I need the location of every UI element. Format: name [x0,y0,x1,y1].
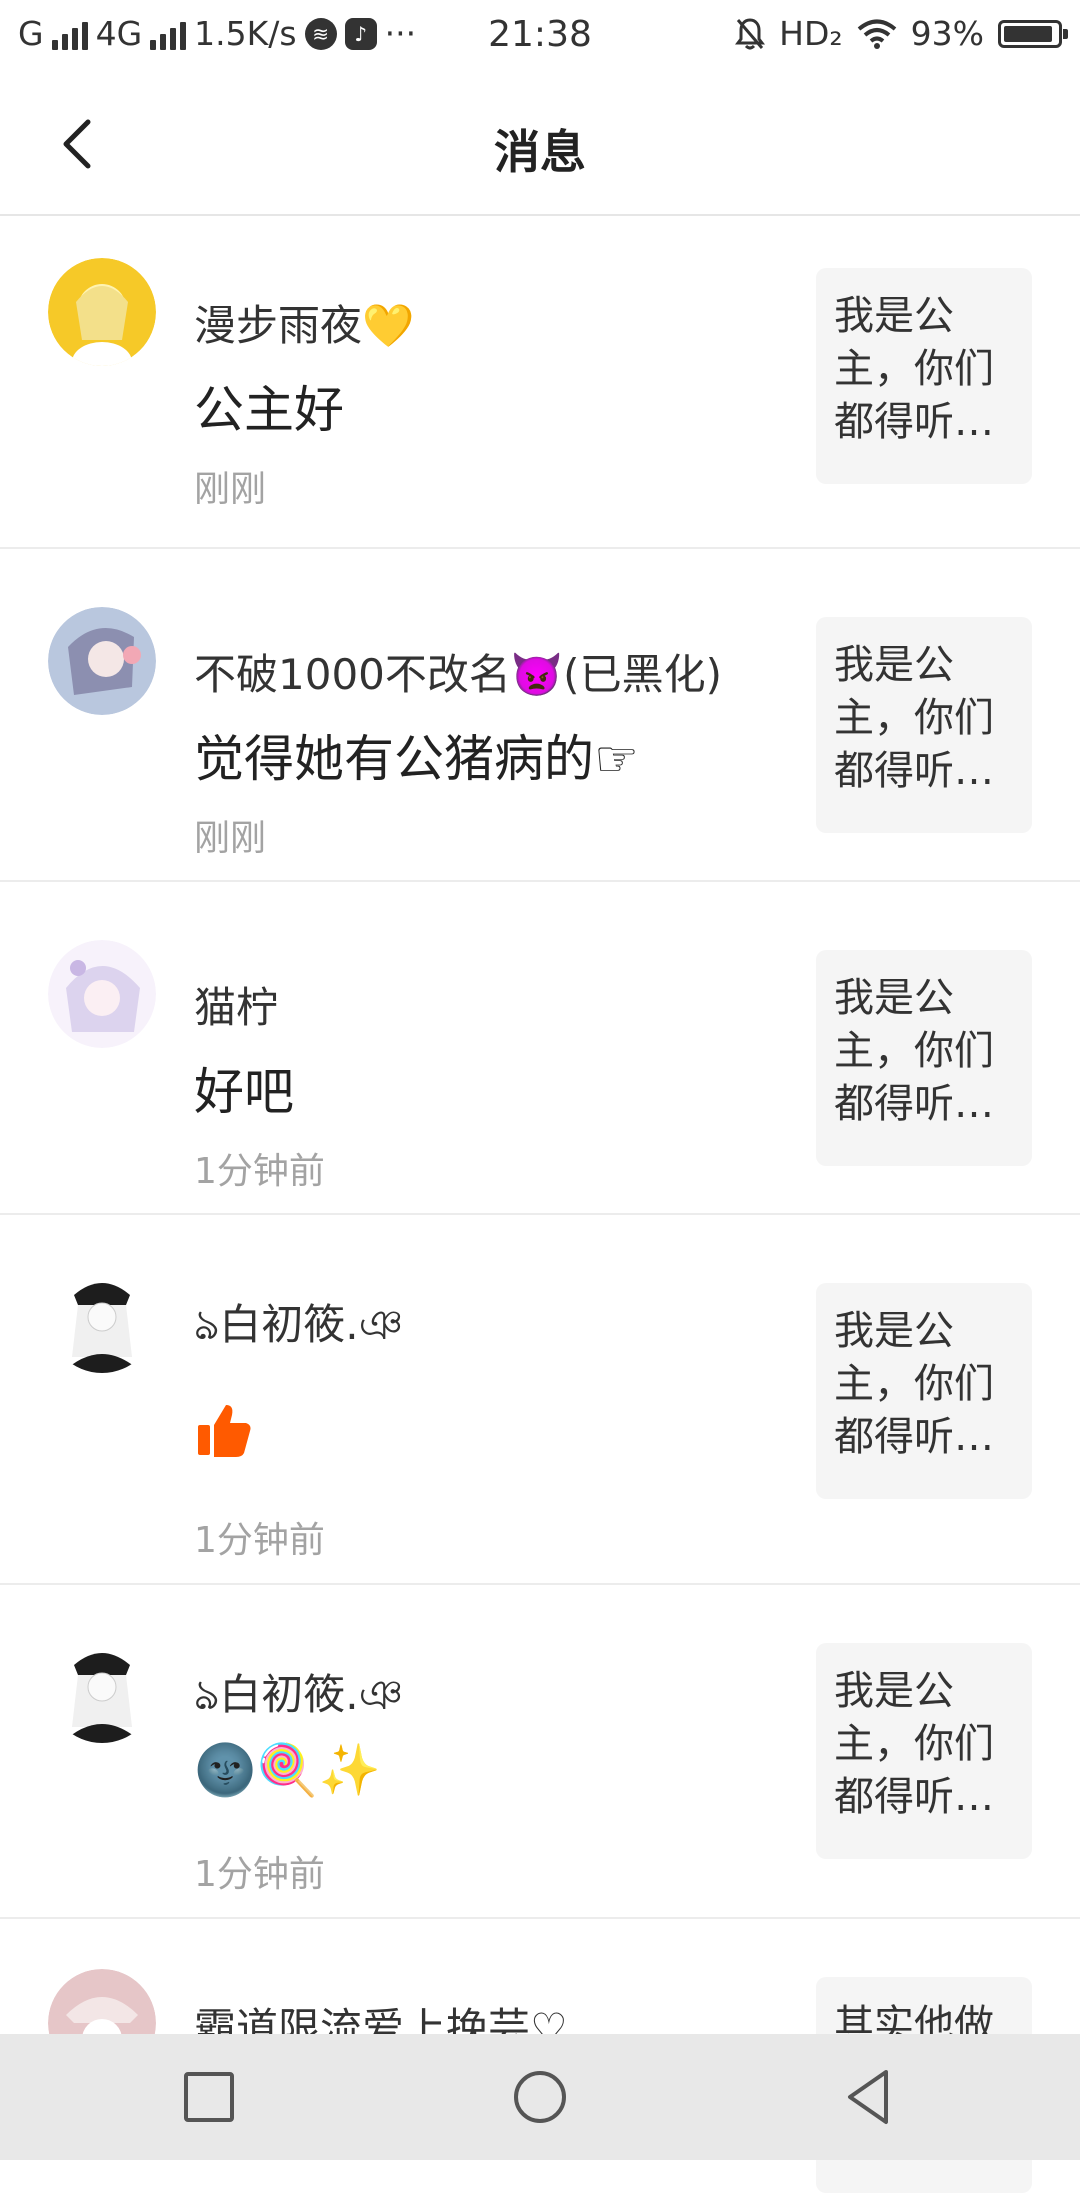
hd-label: HD₂ [779,14,843,53]
message-list[interactable]: 漫步雨夜💛 公主好 刚刚 我是公 主，你们 都得听… 不破1000不改名👿(已黑… [0,216,1080,2193]
message-time: 1分钟前 [194,1151,325,1192]
quote-line: 我是公 [834,975,954,1021]
message-time: 刚刚 [194,818,267,859]
quote-line: 主，你们 [834,346,994,392]
avatar[interactable] [48,1635,156,1743]
message-time: 1分钟前 [194,1854,325,1895]
quote-line: 我是公 [834,1668,954,1714]
quote-line: 都得听… [834,748,994,794]
message-time: 1分钟前 [194,1520,325,1561]
message-item[interactable]: 不破1000不改名👿(已黑化) 觉得她有公猪病的☞ 刚刚 我是公 主，你们 都得… [0,549,1080,882]
quote-line: 主，你们 [834,695,994,741]
sender-name: 不破1000不改名👿(已黑化) [194,650,722,699]
app-header: 消息 [0,74,1080,216]
message-time: 刚刚 [194,469,267,510]
quote-line: 都得听… [834,1774,994,1820]
quote-line: 主，你们 [834,1361,994,1407]
sender-name: ঌ白初筱.ঞ [194,1300,403,1349]
back-nav-icon[interactable] [838,2064,904,2130]
page-title: 消息 [494,125,586,179]
home-icon[interactable] [507,2064,573,2130]
message-item[interactable]: 猫柠 好吧 1分钟前 我是公 主，你们 都得听… [0,882,1080,1215]
message-text: 好吧 [194,1063,294,1121]
wifi-icon [857,19,896,49]
system-nav-bar [0,2034,1080,2160]
message-item[interactable]: 漫步雨夜💛 公主好 刚刚 我是公 主，你们 都得听… [0,216,1080,549]
quote-line: 我是公 [834,1308,954,1354]
status-right: HD₂ 93% [735,14,1068,53]
battery-fill [1004,25,1052,42]
message-item[interactable]: ঌ白初筱.ঞ 🌚🍭✨ 1分钟前 我是公 主，你们 都得听… [0,1585,1080,1919]
message-text [194,1401,254,1473]
thumbs-up-icon [198,1405,251,1457]
quoted-post-preview[interactable]: 我是公 主，你们 都得听… [816,268,1032,484]
quote-line: 我是公 [834,642,954,688]
quote-line: 都得听… [834,1081,994,1127]
quote-line: 我是公 [834,293,954,339]
sender-name: 猫柠 [194,983,279,1032]
quote-line: 主，你们 [834,1721,994,1767]
quoted-post-preview[interactable]: 我是公 主，你们 都得听… [816,1283,1032,1499]
quoted-post-preview[interactable]: 我是公 主，你们 都得听… [816,950,1032,1166]
avatar[interactable] [48,607,156,715]
sender-name: 漫步雨夜💛 [194,301,415,350]
quote-line: 都得听… [834,1414,994,1460]
recent-apps-icon[interactable] [176,2064,242,2130]
avatar[interactable] [48,1265,156,1373]
battery-percent: 93% [910,14,984,53]
battery-icon [998,19,1068,48]
quoted-post-preview[interactable]: 我是公 主，你们 都得听… [816,617,1032,833]
message-item[interactable]: ঌ白初筱.ঞ 1分钟前 我是公 主，你们 都得听… [0,1215,1080,1585]
avatar[interactable] [48,940,156,1048]
quote-line: 主，你们 [834,1028,994,1074]
message-text: 🌚🍭✨ [194,1741,381,1799]
status-bar: G 4G 1.5K/s ≋ ♪ ··· 21:38 HD₂ 93% [0,0,1080,74]
avatar[interactable] [48,258,156,366]
message-text: 公主好 [194,381,344,439]
mute-bell-icon [735,17,766,49]
message-text: 觉得她有公猪病的☞ [194,730,639,788]
quote-line: 都得听… [834,399,994,445]
quoted-post-preview[interactable]: 我是公 主，你们 都得听… [816,1643,1032,1859]
sender-name: ঌ白初筱.ঞ [194,1670,403,1719]
